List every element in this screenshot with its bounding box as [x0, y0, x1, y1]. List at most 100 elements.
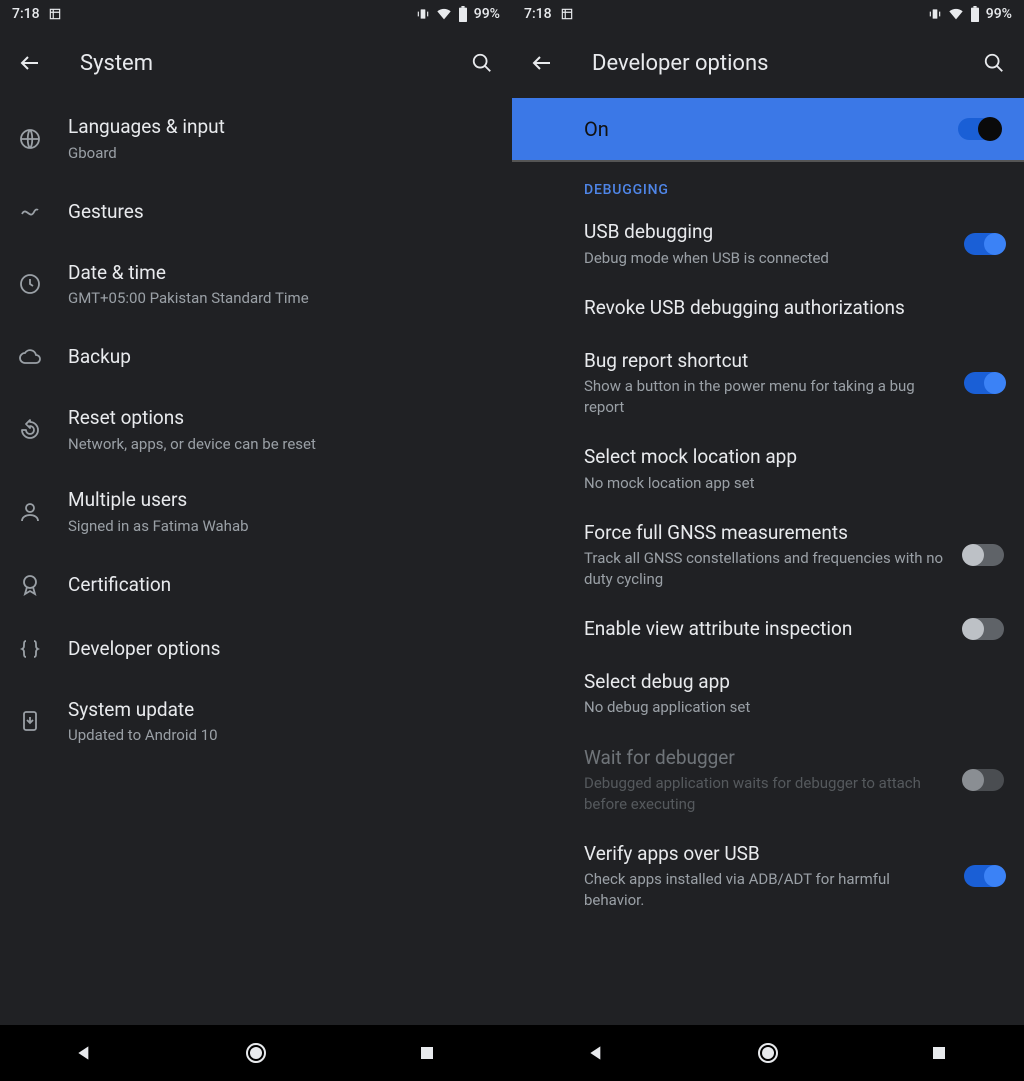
row-select-debug-app[interactable]: Select debug app No debug application se…: [512, 656, 1024, 732]
toggle-switch[interactable]: [964, 865, 1004, 887]
row-title: Date & time: [68, 260, 492, 286]
back-button[interactable]: [522, 43, 562, 83]
nav-recents[interactable]: [407, 1033, 447, 1073]
nav-bar: [0, 1025, 512, 1081]
row-sub: Signed in as Fatima Wahab: [68, 516, 492, 537]
status-bar: 7:18 99%: [512, 0, 1024, 28]
toggle-switch[interactable]: [964, 618, 1004, 640]
section-header-debugging: DEBUGGING: [512, 162, 1024, 206]
toggle-switch[interactable]: [964, 544, 1004, 566]
nav-home[interactable]: [748, 1033, 788, 1073]
developer-options-screen: 7:18 99% Developer options On: [512, 0, 1024, 1081]
row-sub: Updated to Android 10: [68, 725, 492, 746]
settings-list: Languages & input Gboard Gestures Date &…: [0, 98, 512, 1081]
update-icon: [14, 705, 46, 737]
page-title: System: [70, 51, 442, 76]
toggle-switch: [964, 769, 1004, 791]
row-title: Backup: [68, 344, 492, 370]
user-icon: [14, 496, 46, 528]
row-title: Languages & input: [68, 114, 492, 140]
nav-home[interactable]: [236, 1033, 276, 1073]
search-button[interactable]: [462, 43, 502, 83]
row-developer-options[interactable]: Developer options: [0, 617, 512, 681]
row-title: Bug report shortcut: [584, 349, 952, 374]
row-title: Reset options: [68, 405, 492, 431]
row-title: USB debugging: [584, 220, 952, 245]
vibrate-icon: [928, 7, 942, 21]
wifi-icon: [948, 7, 964, 21]
row-sub: No mock location app set: [584, 473, 1004, 493]
nav-back[interactable]: [65, 1033, 105, 1073]
row-title: Force full GNSS measurements: [584, 521, 952, 546]
battery-icon: [458, 6, 468, 22]
row-title: Gestures: [68, 199, 492, 225]
status-battery: 99%: [986, 6, 1012, 22]
badge-icon: [14, 569, 46, 601]
row-languages-input[interactable]: Languages & input Gboard: [0, 98, 512, 180]
row-force-gnss[interactable]: Force full GNSS measurements Track all G…: [512, 507, 1024, 603]
row-sub: Track all GNSS constellations and freque…: [584, 548, 952, 589]
screenshot-icon: [560, 7, 574, 21]
row-reset-options[interactable]: Reset options Network, apps, or device c…: [0, 389, 512, 471]
page-title: Developer options: [582, 51, 954, 76]
row-system-update[interactable]: System update Updated to Android 10: [0, 681, 512, 763]
toggle-switch[interactable]: [964, 372, 1004, 394]
row-wait-for-debugger: Wait for debugger Debugged application w…: [512, 732, 1024, 828]
search-button[interactable]: [974, 43, 1014, 83]
reset-icon: [14, 414, 46, 446]
row-sub: No debug application set: [584, 697, 1004, 717]
row-sub: GMT+05:00 Pakistan Standard Time: [68, 288, 492, 309]
row-title: Certification: [68, 572, 492, 598]
row-sub: Gboard: [68, 143, 492, 164]
app-bar: System: [0, 28, 512, 98]
row-title: Multiple users: [68, 487, 492, 513]
row-certification[interactable]: Certification: [0, 553, 512, 617]
row-backup[interactable]: Backup: [0, 325, 512, 389]
row-bug-report-shortcut[interactable]: Bug report shortcut Show a button in the…: [512, 335, 1024, 431]
nav-recents[interactable]: [919, 1033, 959, 1073]
status-time: 7:18: [524, 6, 552, 22]
row-mock-location[interactable]: Select mock location app No mock locatio…: [512, 431, 1024, 507]
row-title: Select debug app: [584, 670, 1004, 695]
toggle-switch[interactable]: [964, 233, 1004, 255]
row-sub: Network, apps, or device can be reset: [68, 434, 492, 455]
gesture-icon: [14, 196, 46, 228]
row-title: Verify apps over USB: [584, 842, 952, 867]
braces-icon: [14, 633, 46, 665]
row-title: Select mock location app: [584, 445, 1004, 470]
row-sub: Show a button in the power menu for taki…: [584, 376, 952, 417]
row-verify-apps-usb[interactable]: Verify apps over USB Check apps installe…: [512, 828, 1024, 924]
row-date-time[interactable]: Date & time GMT+05:00 Pakistan Standard …: [0, 244, 512, 326]
row-sub: Debug mode when USB is connected: [584, 248, 952, 268]
master-toggle-row[interactable]: On: [512, 98, 1024, 162]
row-title: Wait for debugger: [584, 746, 952, 771]
row-usb-debugging[interactable]: USB debugging Debug mode when USB is con…: [512, 206, 1024, 282]
globe-icon: [14, 123, 46, 155]
vibrate-icon: [416, 7, 430, 21]
back-button[interactable]: [10, 43, 50, 83]
row-title: Enable view attribute inspection: [584, 617, 952, 642]
nav-bar: [512, 1025, 1024, 1081]
nav-back[interactable]: [577, 1033, 617, 1073]
row-sub: Debugged application waits for debugger …: [584, 773, 952, 814]
row-title: System update: [68, 697, 492, 723]
master-toggle-label: On: [584, 117, 958, 141]
row-gestures[interactable]: Gestures: [0, 180, 512, 244]
app-bar: Developer options: [512, 28, 1024, 98]
row-view-attr-inspection[interactable]: Enable view attribute inspection: [512, 603, 1024, 656]
status-bar: 7:18 99%: [0, 0, 512, 28]
system-settings-screen: 7:18 99% System: [0, 0, 512, 1081]
status-battery: 99%: [474, 6, 500, 22]
developer-options-list: DEBUGGING USB debugging Debug mode when …: [512, 162, 1024, 1081]
row-revoke-usb[interactable]: Revoke USB debugging authorizations: [512, 282, 1024, 335]
status-time: 7:18: [12, 6, 40, 22]
cloud-icon: [14, 341, 46, 373]
row-sub: Check apps installed via ADB/ADT for har…: [584, 869, 952, 910]
row-multiple-users[interactable]: Multiple users Signed in as Fatima Wahab: [0, 471, 512, 553]
clock-icon: [14, 268, 46, 300]
master-toggle-switch[interactable]: [958, 118, 1000, 140]
row-title: Developer options: [68, 636, 492, 662]
screenshot-icon: [48, 7, 62, 21]
wifi-icon: [436, 7, 452, 21]
battery-icon: [970, 6, 980, 22]
